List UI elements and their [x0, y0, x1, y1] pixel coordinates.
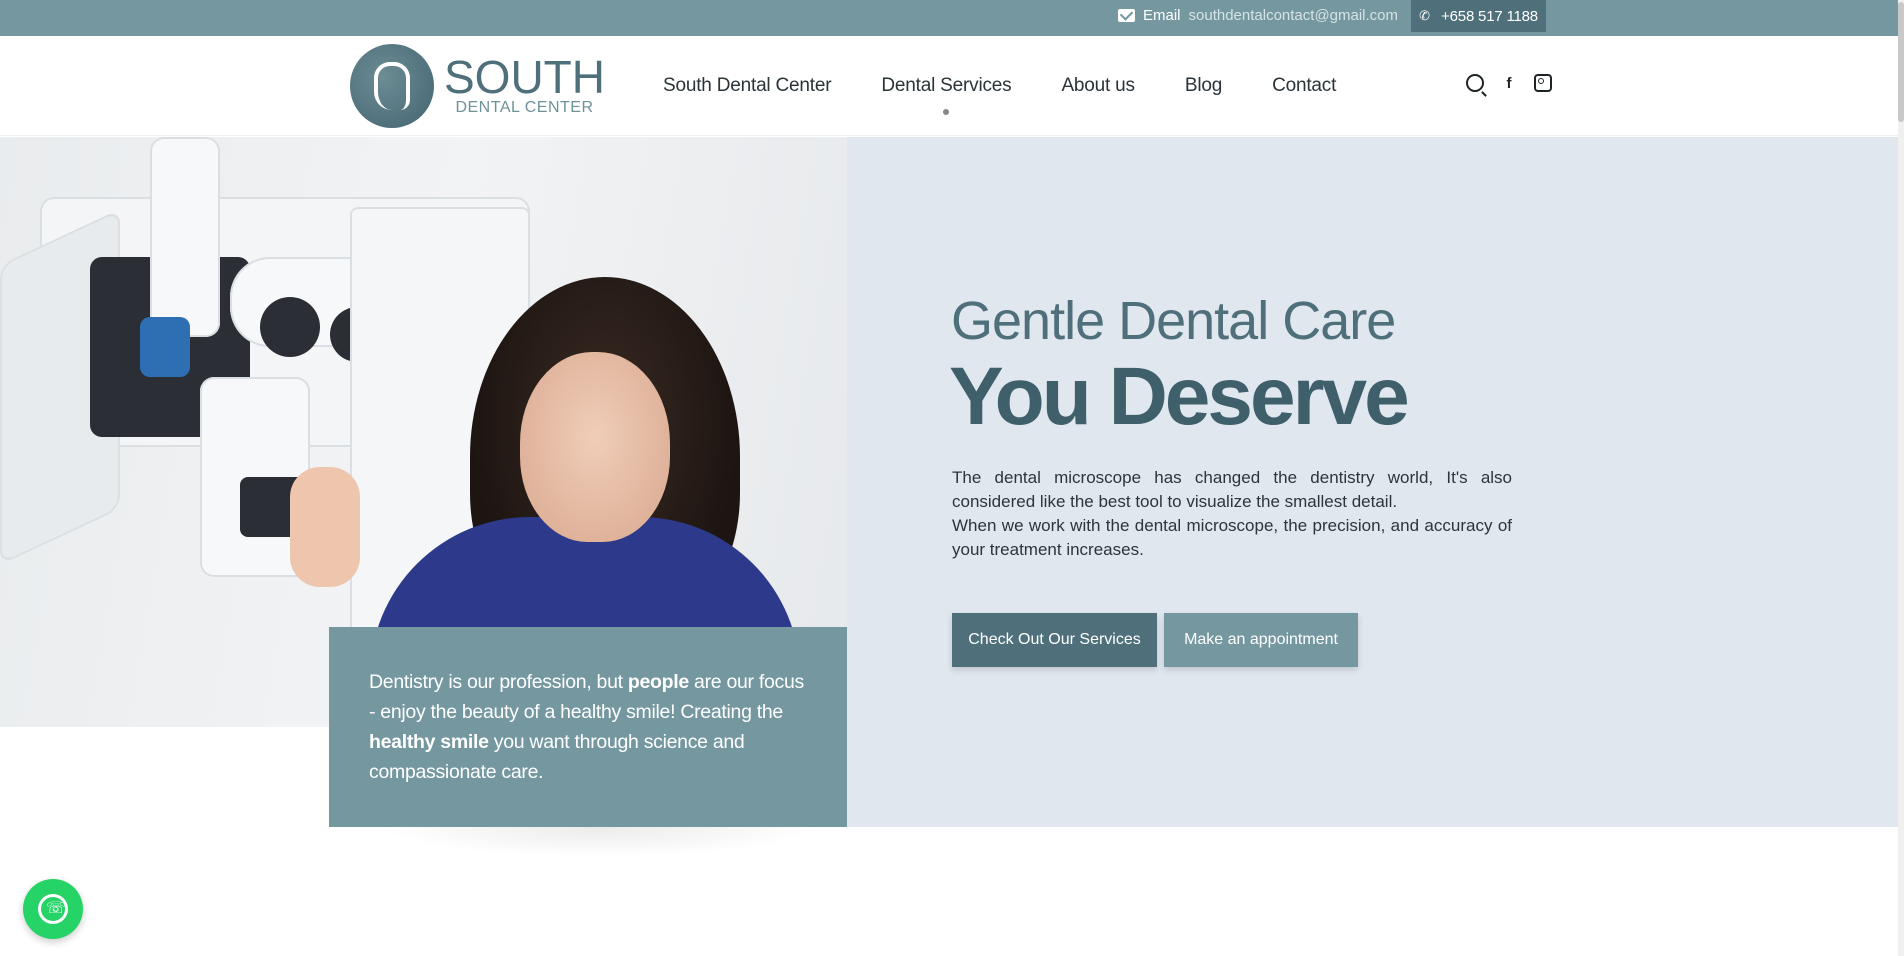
hero-heading-line2: You Deserve [949, 351, 1410, 442]
instagram-icon[interactable] [1534, 74, 1552, 92]
whatsapp-icon [38, 894, 68, 924]
phone-button[interactable]: ✆ +658 517 1188 [1411, 0, 1546, 32]
check-services-button[interactable]: Check Out Our Services [952, 613, 1157, 667]
envelope-icon [1118, 8, 1135, 22]
logo[interactable]: SOUTH DENTAL CENTER [350, 44, 605, 128]
email-label: Email [1143, 6, 1181, 24]
tooth-logo-icon [350, 44, 434, 128]
logo-title: SOUTH [444, 51, 605, 103]
hero-paragraph: The dental microscope has changed the de… [952, 466, 1512, 562]
nav-about-us[interactable]: About us [1061, 75, 1135, 97]
hero-heading-line1: Gentle Dental Care [951, 291, 1396, 351]
scrollbar-thumb[interactable] [1898, 2, 1904, 122]
main-nav: South Dental Center Dental Services Abou… [663, 36, 1386, 136]
quote-emphasis: people [627, 671, 689, 693]
quote-box: Dentistry is our profession, but people … [329, 627, 847, 827]
nav-contact[interactable]: Contact [1272, 75, 1336, 97]
nav-dental-services[interactable]: Dental Services [881, 75, 1011, 97]
quote-shadow [380, 827, 820, 857]
make-appointment-button[interactable]: Make an appointment [1164, 613, 1358, 667]
quote-text: Dentistry is our profession, but [369, 671, 628, 693]
whatsapp-button[interactable] [23, 879, 83, 939]
phone-icon: ✆ [1419, 8, 1430, 23]
search-icon[interactable] [1466, 74, 1484, 92]
facebook-icon[interactable]: f [1500, 74, 1518, 92]
phone-number: +658 517 1188 [1441, 7, 1538, 25]
quote-emphasis: healthy smile [369, 731, 489, 753]
hero-paragraph-1: The dental microscope has changed the de… [952, 468, 1512, 511]
header-icons: f [1466, 74, 1552, 92]
top-bar: Email southdentalcontact@gmail.com ✆ +65… [0, 0, 1904, 36]
scrollbar[interactable] [1898, 0, 1904, 956]
hero-paragraph-2: When we work with the dental microscope,… [952, 516, 1512, 559]
logo-subtitle: DENTAL CENTER [455, 99, 594, 116]
email-contact[interactable]: Email southdentalcontact@gmail.com [1118, 0, 1398, 30]
nav-blog[interactable]: Blog [1185, 75, 1222, 97]
email-address-link[interactable]: southdentalcontact@gmail.com [1189, 7, 1399, 24]
nav-south-dental-center[interactable]: South Dental Center [663, 75, 832, 97]
site-header: SOUTH DENTAL CENTER South Dental Center … [0, 36, 1904, 136]
